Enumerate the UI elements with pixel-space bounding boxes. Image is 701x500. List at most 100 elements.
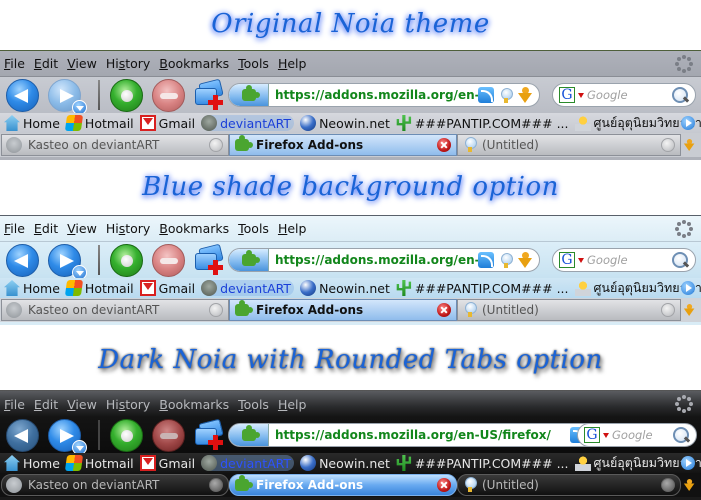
bookmark-neowin[interactable]: Neowin.net	[300, 280, 390, 296]
back-button[interactable]	[6, 418, 39, 452]
search-input[interactable]: Google	[612, 428, 673, 442]
reload-button[interactable]	[110, 418, 143, 452]
bookmark-gmail[interactable]: Gmail	[139, 280, 195, 296]
menu-history[interactable]: History	[106, 397, 150, 412]
menu-tools[interactable]: Tools	[238, 221, 269, 236]
bookmark-neowin[interactable]: Neowin.net	[300, 455, 390, 471]
search-input[interactable]: Google	[587, 253, 672, 267]
bookmark-neowin[interactable]: Neowin.net	[300, 115, 390, 131]
new-tab-button[interactable]	[194, 418, 226, 450]
tab-list-button[interactable]	[681, 474, 697, 496]
url-input[interactable]: https://addons.mozilla.org/en-US/firefox…	[269, 428, 570, 442]
menu-file[interactable]: File	[4, 56, 25, 71]
lightbulb-icon[interactable]	[500, 252, 513, 268]
stop-button[interactable]	[152, 243, 185, 277]
engine-dropdown-icon[interactable]	[578, 257, 584, 263]
bookmark-gmail[interactable]: Gmail	[139, 115, 195, 131]
menu-history[interactable]: History	[106, 221, 150, 236]
url-input[interactable]: https://addons.mozilla.org/en-US/fire	[269, 88, 478, 102]
menu-history[interactable]: History	[106, 56, 150, 71]
tab-untitled[interactable]: (Untitled)	[457, 134, 681, 156]
search-input[interactable]: Google	[587, 88, 672, 102]
close-tab-icon[interactable]	[661, 478, 675, 492]
bookmark-hotmail[interactable]: Hotmail	[64, 455, 134, 471]
search-bar[interactable]: G Google	[552, 248, 696, 272]
search-magnifier-icon[interactable]	[672, 86, 690, 104]
menu-tools[interactable]: Tools	[238, 56, 269, 71]
vote-icon[interactable]	[518, 252, 533, 268]
menu-help[interactable]: Help	[278, 221, 307, 236]
menu-view[interactable]: View	[67, 221, 97, 236]
new-tab-button[interactable]	[194, 243, 226, 275]
close-tab-icon[interactable]	[209, 138, 223, 152]
close-tab-icon[interactable]	[661, 303, 675, 317]
url-bar[interactable]: https://addons.mozilla.org/en-US/fire	[228, 83, 540, 107]
tab-firefox-addons[interactable]: Firefox Add-ons	[229, 474, 457, 496]
rss-feed-icon[interactable]	[478, 252, 494, 268]
stop-button[interactable]	[152, 78, 185, 112]
bookmark-home[interactable]: Home	[4, 455, 60, 471]
url-bar[interactable]: https://addons.mozilla.org/en-US/fire	[228, 248, 540, 272]
lightbulb-icon[interactable]	[500, 87, 513, 103]
engine-dropdown-icon[interactable]	[603, 432, 609, 438]
search-bar[interactable]: G Google	[552, 83, 696, 107]
bookmark-deviantart[interactable]: deviantART	[201, 455, 295, 471]
search-magnifier-icon[interactable]	[673, 426, 691, 444]
google-engine-icon[interactable]: G	[584, 427, 600, 443]
url-bar[interactable]: https://addons.mozilla.org/en-US/firefox…	[228, 423, 632, 447]
bookmark-pantip[interactable]: ###PANTIP.COM### ...	[396, 280, 569, 296]
menu-file[interactable]: File	[4, 221, 25, 236]
bookmarks-overflow-icon[interactable]	[681, 456, 695, 470]
new-tab-button[interactable]	[194, 78, 226, 110]
back-button[interactable]	[6, 78, 39, 112]
site-identity-button[interactable]	[229, 249, 269, 271]
menu-edit[interactable]: Edit	[34, 397, 58, 412]
bookmark-hotmail[interactable]: Hotmail	[64, 115, 134, 131]
google-engine-icon[interactable]: G	[559, 252, 575, 268]
back-button[interactable]	[6, 243, 39, 277]
bookmark-deviantart[interactable]: deviantART	[201, 115, 295, 131]
menu-help[interactable]: Help	[278, 397, 307, 412]
menu-edit[interactable]: Edit	[34, 221, 58, 236]
bookmark-deviantart[interactable]: deviantART	[201, 280, 295, 296]
bookmark-pantip[interactable]: ###PANTIP.COM### ...	[396, 455, 569, 471]
tab-list-button[interactable]	[681, 299, 697, 321]
close-tab-icon[interactable]	[661, 138, 675, 152]
tab-firefox-addons[interactable]: Firefox Add-ons	[229, 299, 457, 321]
engine-dropdown-icon[interactable]	[578, 92, 584, 98]
menu-bookmarks[interactable]: Bookmarks	[159, 221, 229, 236]
rss-feed-icon[interactable]	[478, 87, 494, 103]
bookmark-gmail[interactable]: Gmail	[139, 455, 195, 471]
menu-bookmarks[interactable]: Bookmarks	[159, 56, 229, 71]
site-identity-button[interactable]	[229, 424, 269, 446]
bookmark-home[interactable]: Home	[4, 115, 60, 131]
bookmarks-overflow-icon[interactable]	[681, 116, 695, 130]
reload-button[interactable]	[110, 78, 143, 112]
site-identity-button[interactable]	[229, 84, 269, 106]
menu-help[interactable]: Help	[278, 56, 307, 71]
bookmark-home[interactable]: Home	[4, 280, 60, 296]
bookmark-hotmail[interactable]: Hotmail	[64, 280, 134, 296]
forward-button[interactable]	[48, 418, 87, 455]
forward-button[interactable]	[48, 78, 87, 115]
tab-list-button[interactable]	[681, 134, 697, 156]
search-bar[interactable]: G Google	[577, 423, 697, 447]
tab-kasteo[interactable]: Kasteo on deviantART	[1, 474, 229, 496]
reload-button[interactable]	[110, 243, 143, 277]
tab-untitled[interactable]: (Untitled)	[457, 299, 681, 321]
tab-firefox-addons[interactable]: Firefox Add-ons	[229, 134, 457, 156]
bookmarks-overflow-icon[interactable]	[681, 281, 695, 295]
menu-bookmarks[interactable]: Bookmarks	[159, 397, 229, 412]
tab-untitled[interactable]: (Untitled)	[457, 474, 681, 496]
bookmark-pantip[interactable]: ###PANTIP.COM### ...	[396, 115, 569, 131]
tab-kasteo[interactable]: Kasteo on deviantART	[1, 134, 229, 156]
url-input[interactable]: https://addons.mozilla.org/en-US/fire	[269, 253, 478, 267]
menu-tools[interactable]: Tools	[238, 397, 269, 412]
menu-edit[interactable]: Edit	[34, 56, 58, 71]
search-magnifier-icon[interactable]	[672, 251, 690, 269]
stop-button[interactable]	[152, 418, 185, 452]
menu-view[interactable]: View	[67, 56, 97, 71]
google-engine-icon[interactable]: G	[559, 87, 575, 103]
close-tab-icon[interactable]	[209, 478, 223, 492]
close-tab-icon[interactable]	[437, 303, 451, 317]
